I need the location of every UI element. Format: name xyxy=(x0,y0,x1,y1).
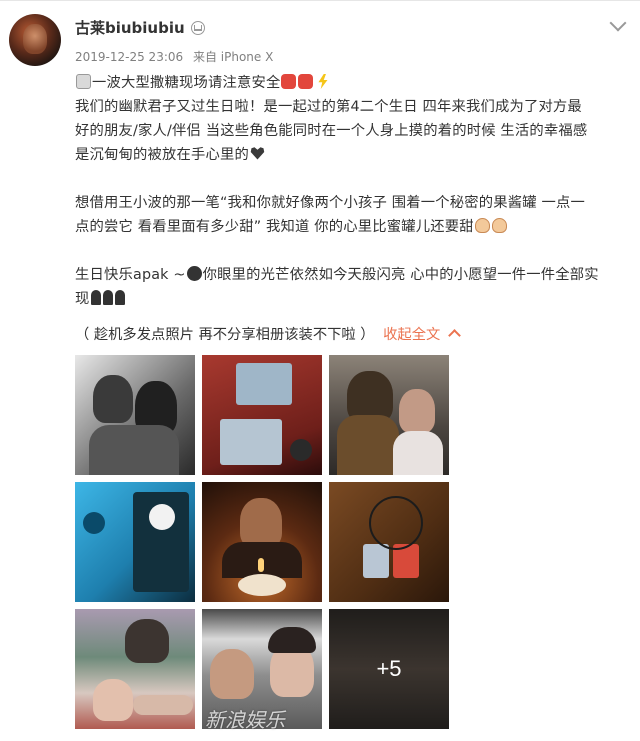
microphone-icon xyxy=(90,290,101,305)
microphone-icon xyxy=(102,290,113,305)
text-line: 我们的幽默君子又过生日啦！是一起过的第4二个生日 四年来我们成为了对方最 xyxy=(75,99,582,115)
collapse-text-link[interactable]: 收起全文 xyxy=(383,327,440,343)
weibo-post-card: 古莱biubiubiu 2019-12-25 23:06 来自 iPhone X… xyxy=(0,0,640,741)
photo-thumbnail[interactable] xyxy=(329,355,449,475)
chevron-down-icon[interactable] xyxy=(609,14,627,32)
text-line: 生日快乐apak ~ 你眼里的光芒依然如今天般闪亮 心中的小愿望一件一件全部实 xyxy=(75,266,599,283)
sos-icon xyxy=(76,74,91,89)
photo-grid: +5 xyxy=(75,355,451,733)
crown-badge-icon xyxy=(190,20,205,35)
photo-thumbnail[interactable] xyxy=(75,609,195,729)
post-meta: 2019-12-25 23:06 来自 iPhone X xyxy=(75,48,279,65)
car-icon xyxy=(281,74,297,89)
text-line: 想借用王小波的那一笔“我和你就好像两个小孩子 围着一个秘密的果酱罐 一点一 xyxy=(75,195,585,211)
username[interactable]: 古莱biubiubiu xyxy=(75,17,185,38)
post-timestamp[interactable]: 2019-12-25 23:06 xyxy=(75,50,183,64)
text-line: 点的尝它 看看里面有多少甜” 我知道 你的心里比蜜罐儿还要甜 xyxy=(75,215,625,239)
username-row: 古莱biubiubiu xyxy=(75,17,205,38)
praying-hands-icon xyxy=(474,218,490,233)
collapse-row: （ 趁机多发点照片 再不分享相册该装不下啦 ） 收起全文 xyxy=(75,323,462,344)
post-source: 来自 iPhone X xyxy=(192,50,274,64)
watermark: 新浪娱乐 xyxy=(205,708,285,732)
photo-thumbnail[interactable] xyxy=(75,355,195,475)
collapse-note: （ 趁机多发点照片 再不分享相册该装不下啦 ） xyxy=(75,327,375,343)
face-emoji-icon xyxy=(186,266,202,281)
photo-thumbnail[interactable] xyxy=(202,355,322,475)
text-line: 一波大型撒糖现场请注意安全 xyxy=(75,71,625,95)
photo-thumbnail[interactable] xyxy=(75,482,195,602)
photo-thumbnail[interactable] xyxy=(329,482,449,602)
praying-hands-icon xyxy=(491,218,507,233)
more-photos-thumbnail[interactable]: +5 xyxy=(329,609,449,729)
heart-icon xyxy=(250,147,265,160)
text-line: 是沉甸甸的被放在手心里的 xyxy=(75,143,625,167)
chevron-up-icon[interactable] xyxy=(448,329,462,342)
photo-thumbnail[interactable] xyxy=(202,482,322,602)
avatar[interactable] xyxy=(9,14,61,66)
lightning-icon xyxy=(318,74,328,89)
more-photos-count[interactable]: +5 xyxy=(329,609,449,729)
text-line: 好的朋友/家人/伴侣 当这些角色能同时在一个人身上摸的着的时候 生活的幸福感 xyxy=(75,123,588,139)
text-line: 现 xyxy=(75,287,625,311)
microphone-icon xyxy=(114,290,125,305)
car-icon xyxy=(298,74,314,89)
post-text: 一波大型撒糖现场请注意安全 我们的幽默君子又过生日啦！是一起过的第4二个生日 四… xyxy=(75,71,625,311)
